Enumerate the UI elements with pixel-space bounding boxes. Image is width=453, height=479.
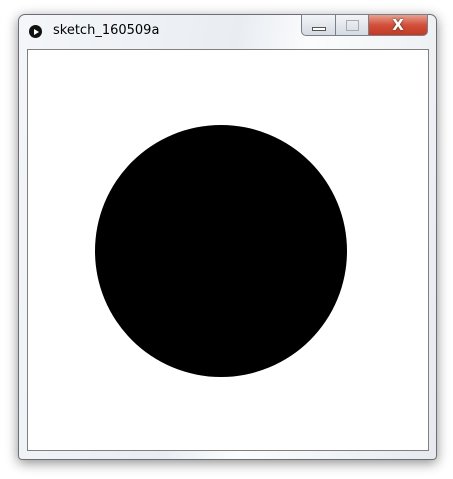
close-button[interactable]: X <box>368 14 428 36</box>
sketch-canvas[interactable] <box>27 49 429 451</box>
sketch-window: sketch_160509a X <box>18 14 437 460</box>
minimize-button[interactable] <box>301 14 336 36</box>
window-title: sketch_160509a <box>53 23 160 38</box>
close-icon: X <box>392 16 404 34</box>
black-circle <box>95 125 347 377</box>
processing-app-icon <box>29 25 42 38</box>
minimize-icon <box>312 27 326 31</box>
maximize-button[interactable] <box>335 14 369 36</box>
maximize-icon <box>346 20 359 31</box>
